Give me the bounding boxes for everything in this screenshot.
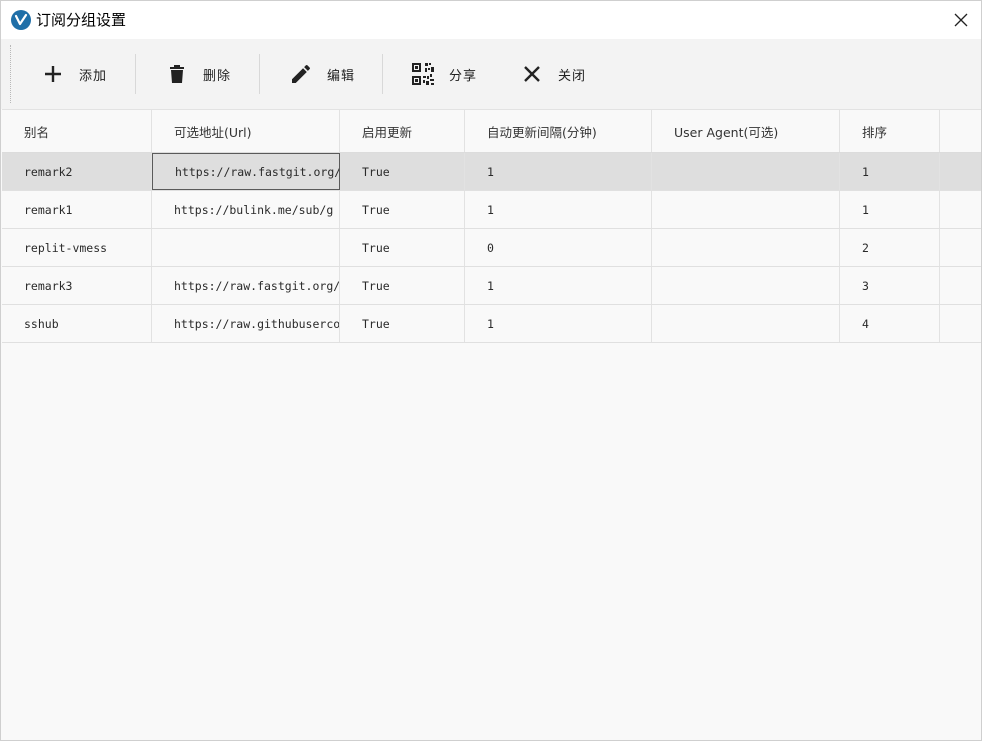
cell-enable-update[interactable]: True — [340, 305, 465, 342]
cell-enable-update[interactable]: True — [340, 229, 465, 266]
cell-sort[interactable]: 3 — [840, 267, 940, 304]
delete-button-label: 删除 — [203, 68, 232, 84]
table-row[interactable]: remark2 https://raw.fastgit.org/r True 1… — [2, 153, 981, 191]
column-header-alias[interactable]: 别名 — [2, 110, 152, 152]
table-header: 别名 可选地址(Url) 启用更新 自动更新间隔(分钟) User Agent(… — [2, 109, 981, 153]
column-header-user-agent[interactable]: User Agent(可选) — [652, 110, 840, 152]
cell-update-interval[interactable]: 1 — [465, 153, 652, 190]
share-button[interactable]: 分享 — [411, 39, 477, 109]
column-header-enable-update[interactable]: 启用更新 — [340, 110, 465, 152]
close-button-label: 关闭 — [558, 68, 587, 84]
subscription-table: 别名 可选地址(Url) 启用更新 自动更新间隔(分钟) User Agent(… — [2, 109, 981, 343]
cell-update-interval[interactable]: 0 — [465, 229, 652, 266]
close-icon — [524, 66, 540, 82]
close-icon — [954, 13, 968, 27]
table-row[interactable]: sshub https://raw.githubuserco True 1 4 — [2, 305, 981, 343]
cell-user-agent[interactable] — [652, 305, 840, 342]
table-row[interactable]: remark3 https://raw.fastgit.org/l True 1… — [2, 267, 981, 305]
cell-alias[interactable]: remark3 — [2, 267, 152, 304]
close-button[interactable]: 关闭 — [520, 39, 586, 109]
subscription-group-settings-window: 订阅分组设置 添加 删除 编辑 分享 关闭 别名 可选地址(Url) 启用更新 … — [0, 0, 982, 741]
toolbar-divider — [382, 54, 383, 94]
cell-update-interval[interactable]: 1 — [465, 191, 652, 228]
cell-update-interval[interactable]: 1 — [465, 305, 652, 342]
toolbar-divider — [135, 54, 136, 94]
cell-enable-update[interactable]: True — [340, 267, 465, 304]
cell-alias[interactable]: remark2 — [2, 153, 152, 190]
cell-url[interactable]: https://raw.fastgit.org/r — [152, 153, 340, 190]
cell-url[interactable]: https://raw.fastgit.org/l — [152, 267, 340, 304]
cell-enable-update[interactable]: True — [340, 191, 465, 228]
cell-update-interval[interactable]: 1 — [465, 267, 652, 304]
toolbar: 添加 删除 编辑 分享 关闭 — [1, 39, 981, 109]
edit-button-label: 编辑 — [327, 68, 356, 84]
cell-alias[interactable]: remark1 — [2, 191, 152, 228]
cell-alias[interactable]: sshub — [2, 305, 152, 342]
cell-alias[interactable]: replit-vmess — [2, 229, 152, 266]
cell-filler — [940, 229, 981, 266]
app-logo-icon — [11, 10, 31, 30]
cell-user-agent[interactable] — [652, 229, 840, 266]
cell-filler — [940, 305, 981, 342]
cell-sort[interactable]: 4 — [840, 305, 940, 342]
column-header-filler — [940, 110, 981, 152]
share-button-label: 分享 — [449, 68, 478, 84]
edit-button[interactable]: 编辑 — [289, 39, 355, 109]
cell-sort[interactable]: 2 — [840, 229, 940, 266]
toolbar-grip[interactable] — [10, 45, 12, 103]
plus-icon — [45, 66, 61, 82]
column-header-update-interval[interactable]: 自动更新间隔(分钟) — [465, 110, 652, 152]
add-button-label: 添加 — [79, 68, 108, 84]
cell-filler — [940, 267, 981, 304]
window-close-button[interactable] — [941, 1, 981, 39]
cell-sort[interactable]: 1 — [840, 191, 940, 228]
cell-enable-update[interactable]: True — [340, 153, 465, 190]
cell-filler — [940, 153, 981, 190]
cell-user-agent[interactable] — [652, 267, 840, 304]
trash-icon — [170, 65, 184, 83]
column-header-sort[interactable]: 排序 — [840, 110, 940, 152]
cell-sort[interactable]: 1 — [840, 153, 940, 190]
title-bar: 订阅分组设置 — [1, 1, 981, 39]
add-button[interactable]: 添加 — [41, 39, 107, 109]
cell-filler — [940, 191, 981, 228]
column-header-url[interactable]: 可选地址(Url) — [152, 110, 340, 152]
cell-user-agent[interactable] — [652, 153, 840, 190]
window-title: 订阅分组设置 — [36, 11, 127, 29]
cell-url[interactable]: https://bulink.me/sub/g — [152, 191, 340, 228]
qr-code-icon — [412, 63, 434, 85]
table-row[interactable]: remark1 https://bulink.me/sub/g True 1 1 — [2, 191, 981, 229]
pencil-icon — [292, 65, 310, 83]
delete-button[interactable]: 删除 — [165, 39, 231, 109]
cell-user-agent[interactable] — [652, 191, 840, 228]
table-row[interactable]: replit-vmess True 0 2 — [2, 229, 981, 267]
toolbar-divider — [259, 54, 260, 94]
cell-url[interactable]: https://raw.githubuserco — [152, 305, 340, 342]
cell-url[interactable] — [152, 229, 340, 266]
